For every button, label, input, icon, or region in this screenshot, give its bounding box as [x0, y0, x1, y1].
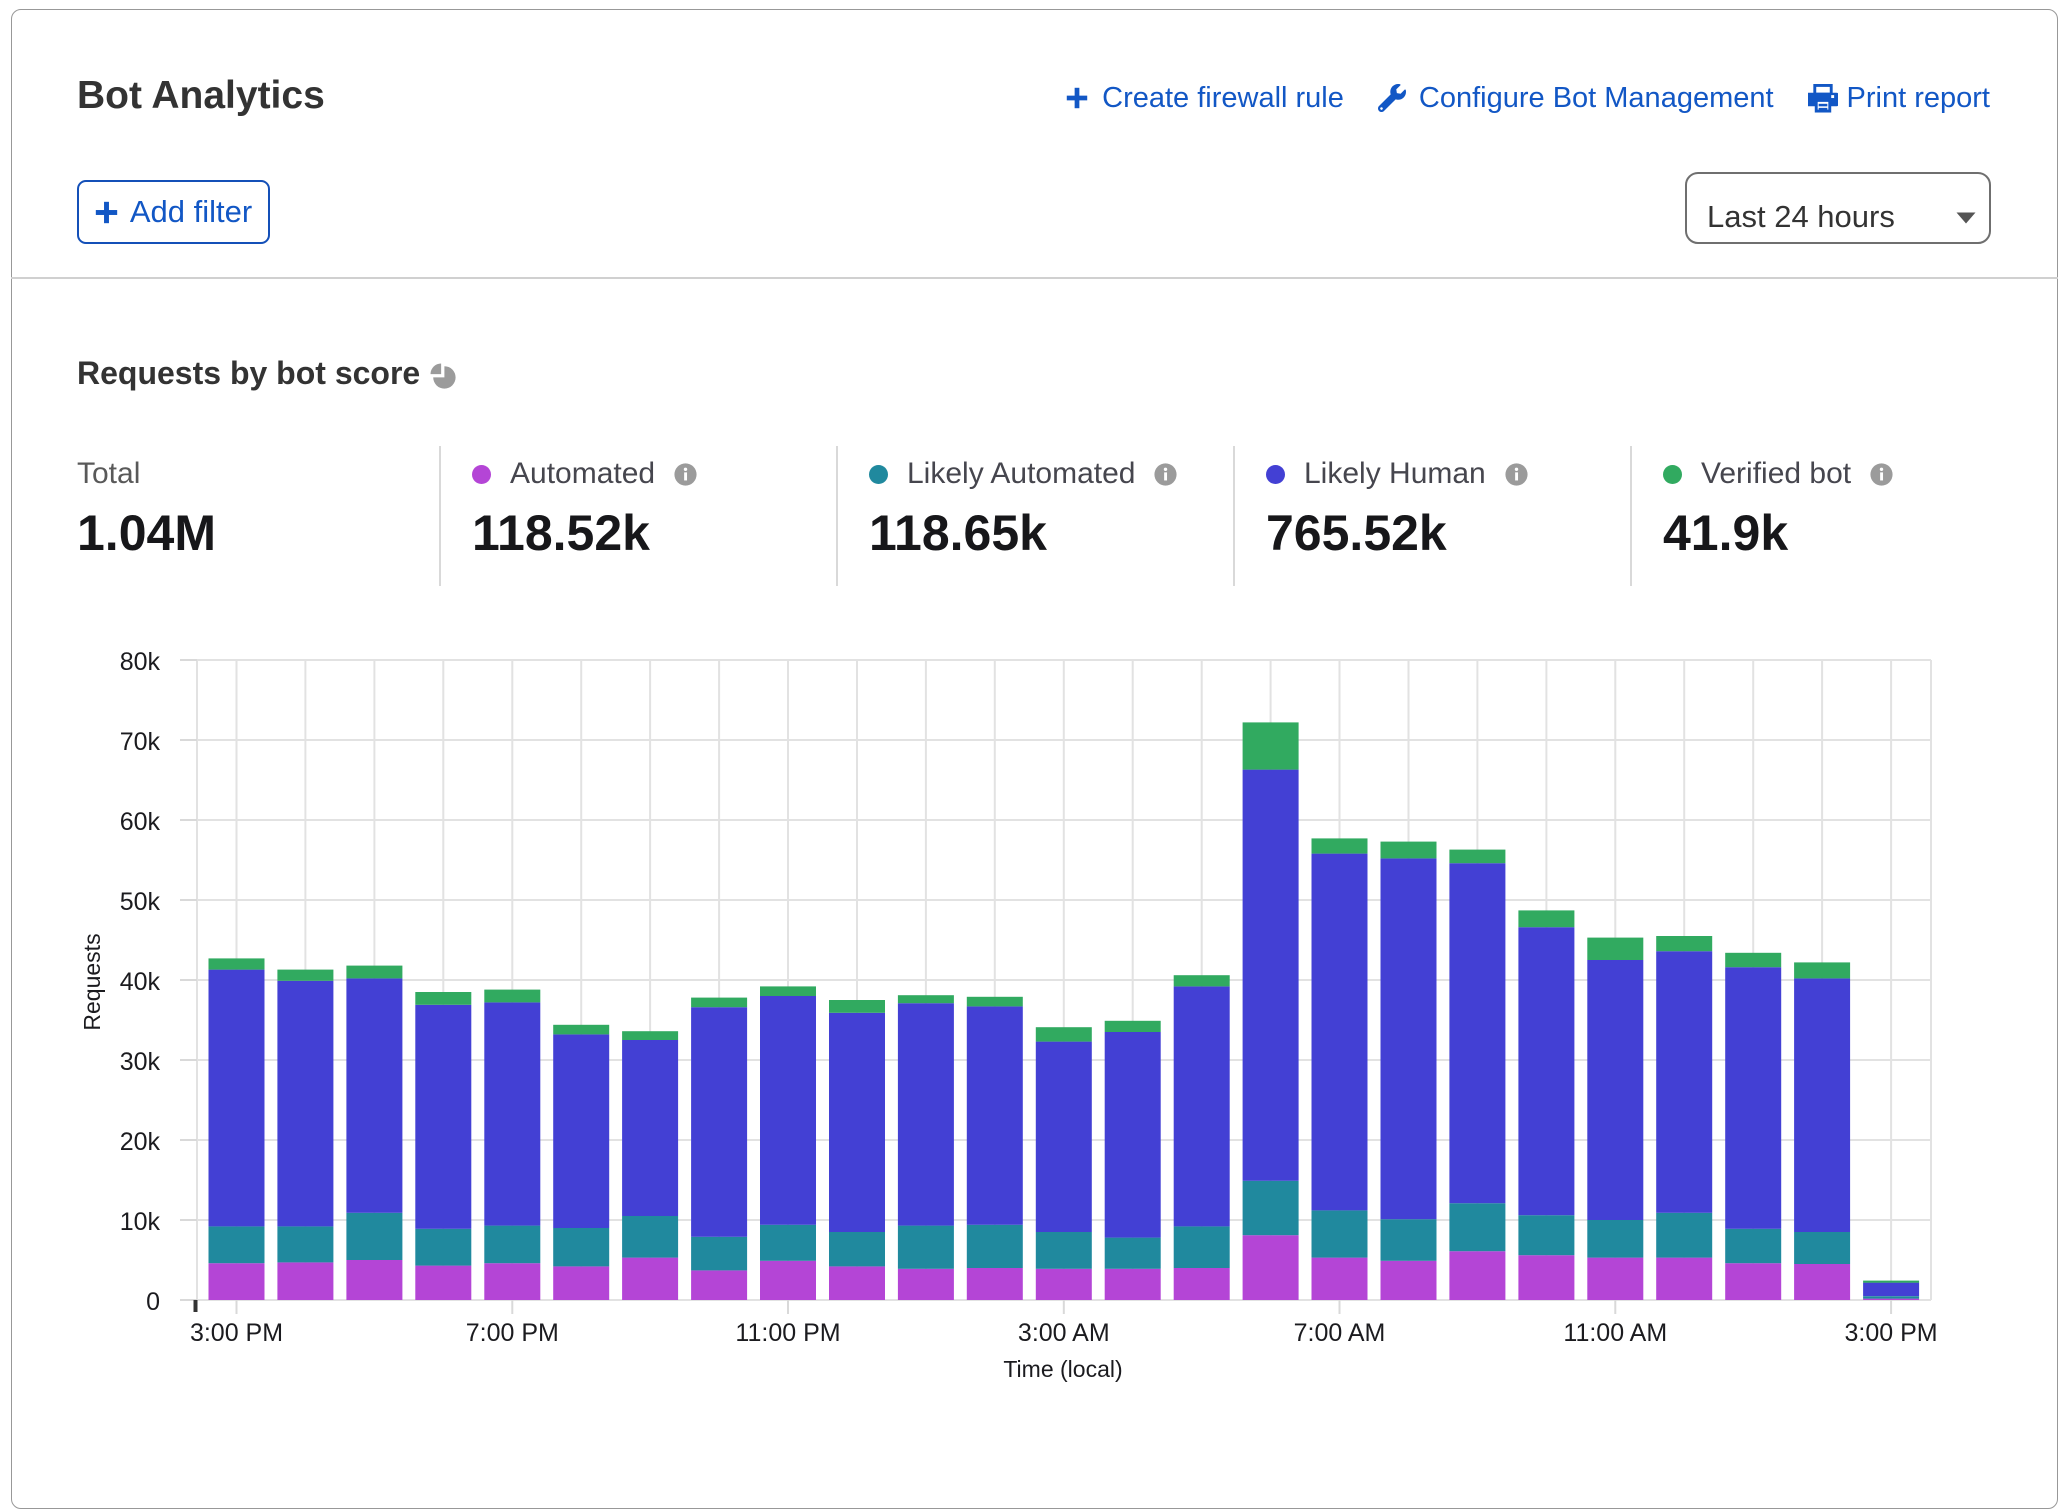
svg-text:40k: 40k — [120, 968, 161, 996]
svg-text:Requests: Requests — [79, 933, 105, 1030]
svg-text:20k: 20k — [120, 1128, 161, 1156]
svg-text:Time (local): Time (local) — [1003, 1356, 1122, 1382]
svg-text:80k: 80k — [120, 648, 161, 676]
svg-text:11:00 PM: 11:00 PM — [735, 1319, 840, 1347]
svg-text:7:00 PM: 7:00 PM — [466, 1319, 559, 1347]
svg-text:11:00 AM: 11:00 AM — [1563, 1319, 1667, 1347]
svg-text:50k: 50k — [120, 888, 161, 916]
svg-text:3:00 PM: 3:00 PM — [190, 1319, 283, 1347]
svg-text:0: 0 — [146, 1288, 160, 1316]
svg-text:60k: 60k — [120, 808, 161, 836]
svg-text:30k: 30k — [120, 1048, 161, 1076]
svg-text:3:00 AM: 3:00 AM — [1018, 1319, 1110, 1347]
svg-text:3:00 PM: 3:00 PM — [1845, 1319, 1938, 1347]
svg-text:70k: 70k — [120, 728, 161, 756]
svg-text:7:00 AM: 7:00 AM — [1294, 1319, 1386, 1347]
svg-text:10k: 10k — [120, 1208, 161, 1236]
